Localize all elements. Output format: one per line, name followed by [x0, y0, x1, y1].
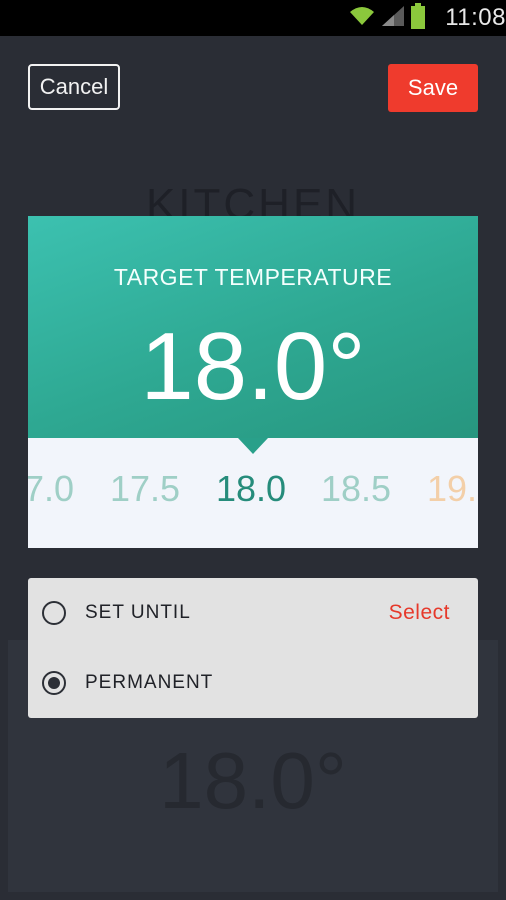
- target-temperature-card: TARGET TEMPERATURE 18.0° 7.0 17.5 18.0 1…: [28, 216, 478, 548]
- target-temperature-value: 18.0°: [140, 313, 366, 420]
- save-button[interactable]: Save: [388, 64, 478, 112]
- set-until-label: SET UNTIL: [85, 602, 191, 623]
- temperature-picker[interactable]: 7.0 17.5 18.0 18.5 19.: [28, 468, 478, 518]
- picker-value[interactable]: 17.5: [110, 468, 180, 510]
- option-set-until[interactable]: SET UNTIL Select: [28, 578, 478, 648]
- signal-icon: [381, 5, 405, 32]
- permanent-radio[interactable]: [42, 671, 66, 695]
- select-link[interactable]: Select: [389, 601, 450, 625]
- save-button-label: Save: [407, 75, 459, 100]
- picker-value-selected[interactable]: 18.0: [216, 468, 286, 510]
- target-temperature-header: TARGET TEMPERATURE 18.0°: [28, 216, 478, 438]
- status-bar: 11:08: [0, 0, 506, 36]
- clock: 11:08: [445, 4, 506, 31]
- pointer-icon: [238, 438, 268, 454]
- option-permanent[interactable]: PERMANENT: [28, 648, 478, 718]
- wifi-icon: [349, 5, 375, 32]
- cancel-button[interactable]: Cancel: [28, 64, 120, 110]
- battery-icon: [411, 2, 426, 34]
- set-until-radio[interactable]: [42, 601, 66, 625]
- picker-value[interactable]: 7.0: [28, 468, 74, 510]
- picker-value[interactable]: 19.: [427, 468, 477, 510]
- permanent-label: PERMANENT: [85, 672, 214, 693]
- background-temperature: 18.0°: [159, 736, 347, 825]
- cancel-button-label: Cancel: [39, 74, 109, 99]
- target-temperature-title: TARGET TEMPERATURE: [113, 264, 393, 290]
- status-icons: [349, 2, 426, 34]
- picker-value[interactable]: 18.5: [321, 468, 391, 510]
- schedule-options: SET UNTIL Select PERMANENT: [28, 578, 478, 718]
